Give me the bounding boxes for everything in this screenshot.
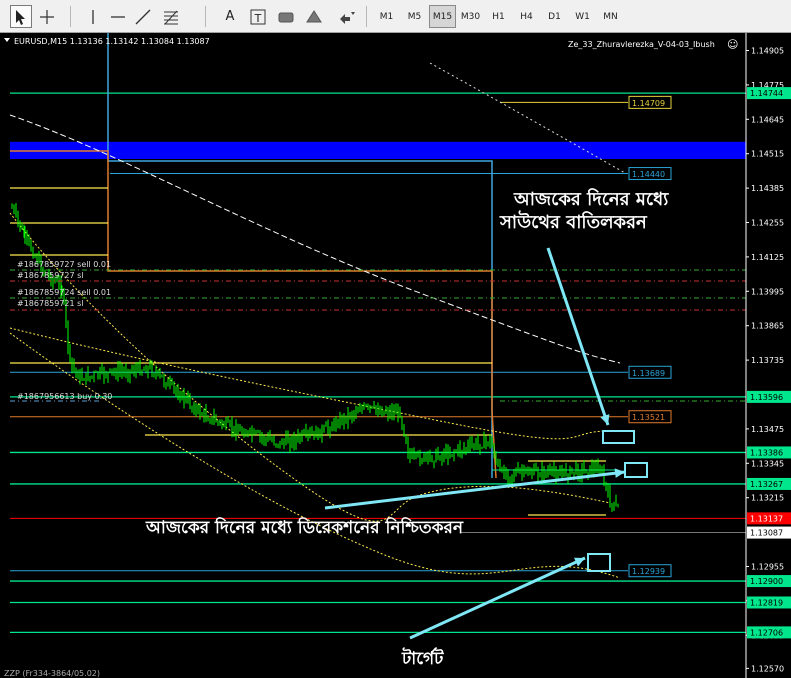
crosshair-icon [37,7,57,27]
price-highlight-label: 1.14744 [750,89,783,98]
order-label: #1867859727 sell 0.01 [17,260,111,269]
symbol-header: EURUSD,M15 1.13136 1.13142 1.13084 1.130… [14,37,210,46]
price-highlight-label: 1.12819 [750,598,783,607]
timeframe-m15-button[interactable]: M15 [429,5,456,28]
order-label: #1867859721 sl [17,299,84,308]
price-tick-label: 1.14385 [751,184,784,193]
price-highlight-label: 1.13137 [750,514,783,523]
timeframe-label: W1 [575,11,590,22]
fibonacci-icon [161,7,181,27]
price-highlight-label: 1.12900 [750,577,783,586]
price-tick-label: 1.14125 [751,253,784,262]
cursor-icon [11,7,31,27]
timeframe-mn-button[interactable]: MN [597,5,624,28]
price-tick-label: 1.13735 [751,356,784,365]
price-highlight-label: 1.13386 [750,448,783,457]
horizontal-line-icon [108,7,128,27]
blue-zone-layer [10,141,746,159]
vertical-line-tool-button[interactable] [82,5,104,28]
timeframe-label: M30 [460,11,481,22]
text-tool-button[interactable]: A [219,5,241,28]
price-tick-label: 1.13865 [751,322,784,331]
fibonacci-tool-button[interactable] [160,5,182,28]
triangle-tool-button[interactable] [303,5,325,28]
price-tick-label: 1.13995 [751,287,784,296]
cursor-tool-button[interactable] [10,5,32,28]
arrows-menu-tool-button[interactable] [332,5,360,28]
timeframe-label: M5 [407,11,422,22]
trendline-icon [133,7,153,27]
smiley-icon[interactable]: ☺ [727,38,738,51]
order-label: #1867859727 sl [17,271,84,280]
price-level-label: 1.12939 [632,567,665,576]
svg-text:T: T [254,12,262,25]
timeframe-m1-button[interactable]: M1 [373,5,400,28]
timeframe-label: MN [603,11,618,22]
timeframe-label: M1 [379,11,394,22]
cancel-annotation-line1: আজকের দিনের মধ্যে [514,189,669,210]
blue-resistance-zone [10,141,746,159]
drawing-toolbar: A T M1 M5 M15 M30 H1 H4 D1 W1 MN [0,0,791,33]
timeframe-label: H4 [520,11,533,22]
chart-window[interactable]: 1.14709 1.14440 1.13689 1.13521 1.12939 #186… [0,33,791,678]
price-tick-label: 1.14255 [751,219,784,228]
price-tick-label: 1.14645 [751,115,784,124]
text-label-icon: T [248,7,268,27]
timeframe-d1-button[interactable]: D1 [541,5,568,28]
price-tick-label: 1.14905 [751,47,784,56]
rectangle-tool-button[interactable] [275,5,297,28]
price-highlight-label: 1.13087 [750,529,783,538]
direction-annotation: আজকের দিনের মধ্যে ডিরেকশনের নিশ্চিতকরন [146,518,463,538]
horizontal-line-tool-button[interactable] [107,5,129,28]
price-axis: 1.149051.147751.146451.145151.143851.142… [745,33,791,678]
footer-indicator-text: ZZP (Fr334-3864/05.02) [4,669,100,678]
price-level-label: 1.14709 [632,99,665,108]
price-level-label: 1.14440 [632,170,665,179]
timeframe-m5-button[interactable]: M5 [401,5,428,28]
order-label: #1867956613 buy 0.30 [17,392,112,401]
cancel-annotation: আজকের দিনের মধ্যে সাউথের বাতিলকরন [500,188,668,234]
timeframe-label: H1 [492,11,505,22]
triangle-icon [304,7,324,27]
price-level-label: 1.13689 [632,369,665,378]
order-label: #1867859724 sell 0.01 [17,288,111,297]
indicator-name: Ze_33_Zhuravlerezka_V-04-03_Ibush [568,40,715,49]
timeframe-m30-button[interactable]: M30 [457,5,484,28]
toolbar-separator [366,6,367,27]
price-tick-label: 1.12955 [751,563,784,572]
price-tick-label: 1.13215 [751,494,784,503]
timeframe-label: M15 [432,11,453,22]
price-tick-label: 1.14515 [751,150,784,159]
trendline-tool-button[interactable] [132,5,154,28]
price-tick-label: 1.13345 [751,459,784,468]
vertical-line-icon [83,7,103,27]
price-tick-label: 1.13475 [751,425,784,434]
rectangle-icon [276,7,296,27]
timeframe-label: D1 [548,11,561,22]
text-icon: A [225,9,235,24]
target-annotation: টার্গেট [402,649,444,669]
timeframe-h4-button[interactable]: H4 [513,5,540,28]
text-label-tool-button[interactable]: T [247,5,269,28]
price-level-label: 1.13521 [632,413,665,422]
timeframe-w1-button[interactable]: W1 [569,5,596,28]
toolbar-separator [70,6,71,27]
cancel-annotation-line2: সাউথের বাতিলকরন [500,212,647,233]
arrows-menu-icon [336,7,356,27]
timeframe-h1-button[interactable]: H1 [485,5,512,28]
toolbar-separator [205,6,206,27]
price-tick-label: 1.12570 [751,664,784,673]
price-chart[interactable]: 1.14709 1.14440 1.13689 1.13521 1.12939 #186… [0,33,791,678]
crosshair-tool-button[interactable] [36,5,58,28]
price-highlight-label: 1.13596 [750,393,783,402]
price-highlight-label: 1.13267 [750,480,783,489]
price-highlight-label: 1.12706 [750,628,783,637]
